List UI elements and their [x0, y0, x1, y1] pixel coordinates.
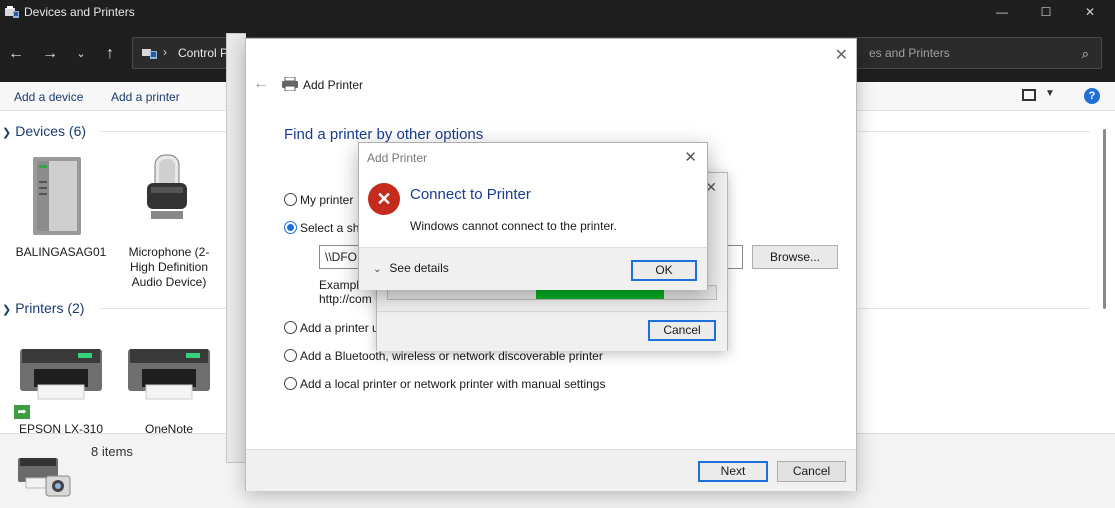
radio-indicator-selected — [284, 221, 297, 234]
chevron-down-icon: ⌄ — [373, 264, 382, 275]
maximize-button[interactable]: ☐ — [1026, 2, 1066, 22]
window-title: Devices and Printers — [24, 5, 135, 19]
progress-dialog-footer: Cancel — [377, 311, 727, 351]
see-details-label: See details — [389, 261, 449, 275]
printers-group-header[interactable]: ❯ Printers (2) — [2, 300, 84, 316]
breadcrumb-control-panel[interactable]: Control P — [178, 46, 228, 60]
item-count: 8 items — [91, 444, 133, 459]
radio-label: My printer — [300, 193, 354, 207]
cancel-button[interactable]: Cancel — [648, 320, 716, 341]
cancel-button[interactable]: Cancel — [777, 461, 846, 482]
error-dialog-footer: ⌄ See details OK — [359, 247, 707, 290]
dialog-title: Add Printer — [367, 151, 428, 165]
wizard-title: Add Printer — [303, 78, 364, 92]
radio-indicator — [284, 349, 297, 362]
add-printer-button[interactable]: Add a printer — [111, 90, 180, 104]
devices-printers-large-icon — [18, 458, 71, 497]
wizard-back-window — [226, 33, 246, 463]
add-device-button[interactable]: Add a device — [14, 90, 83, 104]
radio-label: Select a sha — [300, 221, 367, 235]
wizard-footer: Next Cancel — [246, 449, 856, 491]
back-arrow-icon[interactable]: ← — [253, 75, 269, 93]
control-panel-icon — [142, 49, 157, 59]
title-bar: Devices and Printers — ☐ ✕ — [0, 0, 1115, 25]
devices-group-title: Devices (6) — [15, 123, 87, 139]
printer-icon — [20, 349, 102, 400]
help-icon[interactable]: ? — [1084, 88, 1100, 104]
breadcrumb-separator: › — [163, 45, 167, 59]
shortcut-overlay-icon: ➦ — [13, 404, 31, 420]
see-details-toggle[interactable]: ⌄ See details — [373, 261, 449, 275]
ok-button[interactable]: OK — [631, 260, 697, 281]
up-arrow-icon[interactable]: ↑ — [99, 43, 121, 65]
recent-locations-chevron-icon[interactable]: ⌄ — [70, 43, 92, 65]
error-icon: ✕ — [368, 183, 400, 215]
option-local-printer-radio[interactable]: Add a local printer or network printer w… — [284, 376, 844, 392]
computer-tower-icon — [33, 157, 81, 235]
view-dropdown-chevron-icon[interactable]: ▼ — [1045, 88, 1055, 99]
printer-icon — [128, 349, 210, 400]
close-icon[interactable]: ✕ — [684, 148, 697, 166]
devices-printers-app-icon — [5, 6, 19, 18]
error-heading: Connect to Printer — [410, 186, 531, 203]
radio-label: Add a Bluetooth, wireless or network dis… — [300, 349, 603, 363]
device-label: Microphone (2- High Definition Audio Dev… — [128, 245, 210, 289]
search-input[interactable]: es and Printers ⌕ — [850, 37, 1102, 69]
browse-button[interactable]: Browse... — [752, 245, 838, 269]
microphone-icon — [147, 154, 187, 219]
back-arrow-icon[interactable]: ← — [5, 43, 27, 65]
scrollbar-thumb[interactable] — [1103, 129, 1106, 309]
radio-indicator — [284, 377, 297, 390]
devices-group-header[interactable]: ❯ Devices (6) — [2, 123, 86, 139]
collapse-chevron-icon: ❯ — [2, 127, 12, 139]
connect-error-dialog: Add Printer ✕ ✕ Connect to Printer Windo… — [358, 142, 708, 290]
error-message: Windows cannot connect to the printer. — [410, 219, 617, 233]
wizard-heading: Find a printer by other options — [284, 126, 484, 143]
radio-label: Add a printer u — [300, 321, 379, 335]
radio-label: Add a local printer or network printer w… — [300, 377, 606, 391]
printer-icon — [282, 77, 298, 91]
printers-group-title: Printers (2) — [15, 300, 85, 316]
radio-indicator — [284, 193, 297, 206]
example-line: http://com — [319, 292, 372, 306]
radio-indicator — [284, 321, 297, 334]
forward-arrow-icon[interactable]: → — [39, 43, 61, 65]
device-label: BALINGASAG01 — [15, 245, 107, 259]
minimize-button[interactable]: — — [982, 2, 1022, 22]
next-button[interactable]: Next — [698, 461, 768, 482]
view-options-icon[interactable] — [1022, 89, 1036, 101]
shared-printer-path-value: \\DFO — [325, 250, 357, 264]
search-icon[interactable]: ⌕ — [1082, 46, 1089, 62]
collapse-chevron-icon: ❯ — [2, 304, 12, 316]
close-window-button[interactable]: ✕ — [1070, 2, 1110, 22]
close-icon[interactable]: ✕ — [835, 45, 848, 65]
search-placeholder: es and Printers — [869, 46, 950, 60]
